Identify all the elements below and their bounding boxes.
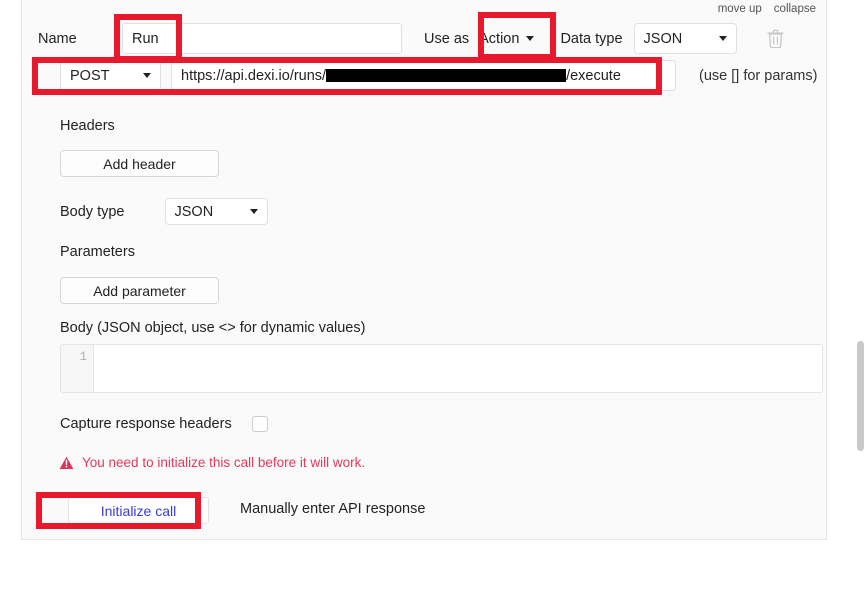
chevron-down-icon	[143, 73, 151, 78]
capture-response-headers-label: Capture response headers	[60, 416, 232, 432]
initialize-warning-text: You need to initialize this call before …	[82, 455, 366, 470]
url-redacted-id	[326, 69, 567, 82]
body-type-value: JSON	[174, 203, 214, 220]
editor-line-number: 1	[61, 345, 94, 392]
page-scrollbar-track[interactable]	[854, 0, 866, 591]
initialize-call-button[interactable]: Initialize call	[68, 497, 209, 524]
collapse-link[interactable]: collapse	[774, 3, 816, 15]
http-method-select[interactable]: POST	[60, 60, 161, 91]
params-hint-text: (use [] for params)	[699, 67, 818, 84]
add-header-button[interactable]: Add header	[60, 150, 219, 177]
body-code-editor[interactable]: 1	[60, 344, 823, 393]
use-as-select[interactable]: Action	[479, 30, 535, 47]
capture-response-headers-checkbox[interactable]	[251, 416, 268, 432]
headers-label: Headers	[60, 118, 115, 134]
card-utility-links: move up collapse	[718, 3, 816, 15]
body-type-select[interactable]: JSON	[164, 198, 268, 225]
warning-triangle-icon	[59, 456, 74, 469]
delete-call-button[interactable]	[766, 29, 784, 49]
data-type-label: Data type	[560, 30, 623, 47]
editor-content[interactable]	[94, 345, 822, 392]
call-meta-row: Name Use as Action Data type JSON	[38, 22, 813, 55]
body-label: Body (JSON object, use <> for dynamic va…	[60, 320, 366, 336]
url-prefix: https://api.dexi.io/runs/	[181, 67, 327, 84]
capture-response-headers-row: Capture response headers	[60, 416, 268, 432]
request-url-row: POST https://api.dexi.io/runs/ /execute (…	[60, 60, 817, 91]
request-url-input[interactable]: https://api.dexi.io/runs/ /execute	[171, 60, 676, 91]
parameters-label: Parameters	[60, 244, 135, 260]
manual-api-response-link[interactable]: Manually enter API response	[240, 501, 425, 517]
body-type-row: Body type JSON	[60, 198, 268, 225]
page-scrollbar-thumb[interactable]	[857, 341, 864, 451]
api-call-card: move up collapse Name Use as Action Data…	[21, 0, 827, 540]
use-as-value: Action	[479, 30, 520, 47]
use-as-label: Use as	[424, 30, 470, 47]
data-type-select[interactable]: JSON	[633, 23, 737, 54]
api-call-configuration-page: move up collapse Name Use as Action Data…	[0, 0, 866, 591]
chevron-down-icon	[249, 209, 258, 214]
name-label: Name	[38, 30, 77, 47]
call-name-input[interactable]	[122, 23, 402, 54]
chevron-down-icon	[526, 36, 535, 41]
http-method-value: POST	[70, 67, 110, 84]
chevron-down-icon	[718, 36, 727, 41]
add-parameter-button[interactable]: Add parameter	[60, 277, 219, 304]
url-suffix: /execute	[566, 67, 621, 84]
data-type-value: JSON	[643, 30, 683, 47]
initialize-warning: You need to initialize this call before …	[59, 455, 365, 470]
body-type-label: Body type	[60, 203, 125, 220]
move-up-link[interactable]: move up	[718, 3, 762, 15]
